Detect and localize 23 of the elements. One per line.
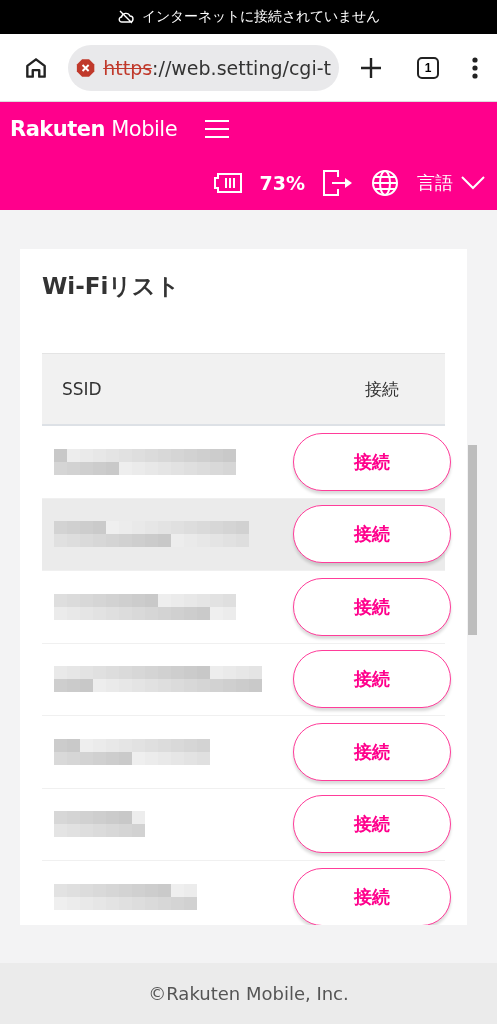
logo: Rakuten Mobile [10, 116, 178, 141]
connect-button[interactable]: 接続 [293, 650, 451, 709]
battery-level: 73% [259, 171, 305, 194]
cloud-off-icon [117, 10, 134, 24]
column-header: SSID [62, 379, 102, 399]
offline-message: インターネットに接続されていません [141, 8, 380, 26]
connect-button[interactable]: 接続 [293, 722, 451, 781]
connect-button[interactable]: 接続 [293, 867, 451, 925]
card-title: Wi-Fiリスト [42, 272, 182, 301]
connect-button[interactable]: 接続 [293, 795, 451, 854]
url-field[interactable]: https://web.setting/cgi-t [68, 44, 339, 91]
scrollbar[interactable] [468, 445, 477, 635]
connect-button[interactable]: 接続 [293, 505, 451, 564]
connect-button[interactable]: 接続 [293, 577, 451, 636]
language-dropdown[interactable]: 言語 [417, 170, 485, 195]
copyright: ©Rakuten Mobile, Inc. [148, 983, 349, 1004]
url-text: https://web.setting/cgi-t [103, 56, 331, 79]
battery-icon [213, 172, 242, 193]
error-icon [76, 56, 96, 79]
connect-button[interactable]: 接続 [293, 432, 451, 491]
column-header: 接続 [365, 377, 399, 401]
chevron-down-icon [461, 175, 485, 190]
tab-count-button[interactable]: 1 [417, 56, 439, 79]
